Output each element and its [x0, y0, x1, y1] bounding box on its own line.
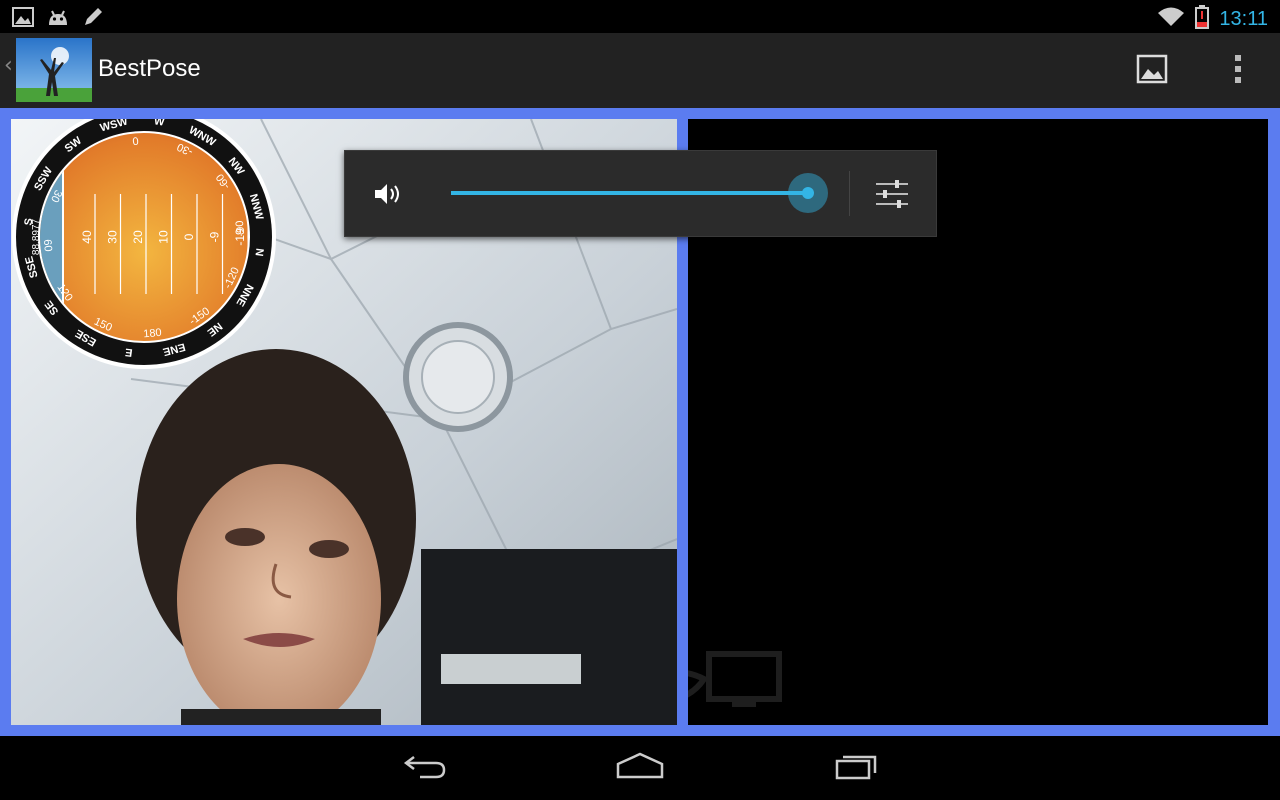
- compass-tilt-label: -9: [208, 231, 222, 242]
- gallery-button[interactable]: [1132, 51, 1172, 91]
- compass-dial: SSWSWWSW WWNWNWNNWNNNENEENEEESESESSES 0 -3…: [12, 119, 276, 369]
- overflow-menu-icon: [1234, 54, 1242, 88]
- compass-heading-label: 0: [132, 134, 139, 146]
- ghost-camera-icon: [688, 651, 782, 707]
- home-button[interactable]: [610, 748, 670, 788]
- status-bar: 13:11: [0, 0, 1280, 33]
- overflow-menu-button[interactable]: [1218, 51, 1258, 91]
- compass-tilt-label: 0: [182, 233, 196, 240]
- compass-tilt-label: 10: [157, 230, 171, 244]
- compass-heading-label: 180: [143, 327, 162, 341]
- sound-settings-button[interactable]: [873, 175, 911, 213]
- app-title: BestPose: [98, 55, 201, 82]
- compass-tilt-label: 30: [106, 230, 120, 244]
- app-icon[interactable]: [16, 38, 92, 102]
- home-icon: [615, 751, 665, 785]
- compass-side-value: 88.8977: [31, 218, 42, 255]
- speaker-icon[interactable]: [372, 178, 404, 210]
- pencil-icon: [82, 6, 104, 32]
- picture-icon: [12, 7, 34, 31]
- compass-direction-label: E: [124, 346, 133, 359]
- compass-tilt-label: 20: [131, 230, 145, 244]
- volume-divider: [849, 171, 850, 216]
- navigation-bar: [0, 736, 1280, 800]
- system-tray: 13:11: [1157, 5, 1268, 33]
- compass-overlay[interactable]: SSW SW WSW W WNW NW NNW N NNE NE ENE E ESE SE SSE S 0 -3…: [11, 119, 277, 385]
- volume-panel: [344, 150, 937, 237]
- up-chevron-icon[interactable]: ‹: [4, 53, 13, 78]
- action-bar: ‹ BestPose: [0, 33, 1280, 108]
- compass-direction-label: N: [253, 247, 266, 256]
- compass-tilt-label: 40: [80, 230, 94, 244]
- battery-low-icon: [1195, 5, 1210, 33]
- clock: 13:11: [1219, 8, 1268, 30]
- compass-tilt-label: -19: [233, 228, 247, 246]
- volume-slider-track[interactable]: [451, 191, 808, 195]
- recent-apps-button[interactable]: [826, 748, 886, 788]
- notification-area: [12, 6, 104, 32]
- wifi-icon: [1157, 6, 1185, 32]
- android-icon: [46, 7, 70, 31]
- recent-apps-icon: [832, 751, 880, 785]
- back-icon: [400, 751, 448, 785]
- sliders-icon: [876, 180, 908, 208]
- back-button[interactable]: [394, 748, 454, 788]
- compass-heading-label: 60: [41, 239, 54, 252]
- volume-slider-thumb[interactable]: [788, 173, 828, 213]
- gallery-icon: [1136, 54, 1168, 88]
